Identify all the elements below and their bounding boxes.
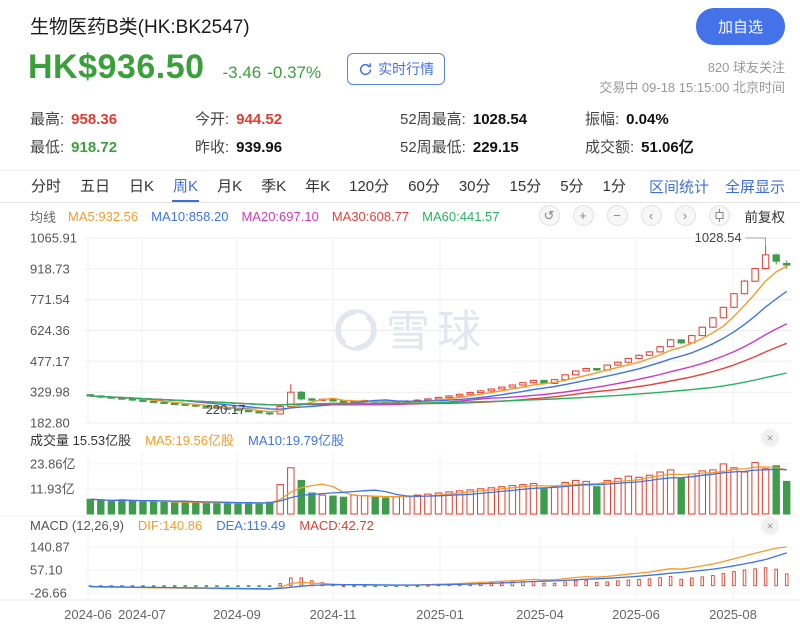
refresh-icon (358, 62, 373, 77)
chart-toolbar: ↺ + − ‹ › 前复权 (538, 205, 786, 226)
svg-text:182.80: 182.80 (30, 416, 70, 431)
stat-day-high-value: 958.36 (71, 110, 118, 128)
tab-period-6[interactable]: 年K (304, 171, 331, 202)
svg-text:11.93亿: 11.93亿 (30, 481, 75, 496)
zoom-out-button[interactable]: − (606, 205, 628, 226)
tab-period-8[interactable]: 60分 (407, 171, 441, 202)
x-axis-label-4: 2025-01 (416, 607, 464, 622)
current-price: HK$936.50 (28, 48, 205, 86)
stat-day-low: 最低: 918.72 (30, 138, 118, 156)
high-marker-label: 1028.54 (695, 230, 742, 245)
market-meta: 820 球友关注 交易中 09-18 15:15:00 北京时间 (599, 58, 785, 98)
realtime-label: 实时行情 (378, 61, 435, 77)
pan-right-button[interactable]: › (674, 205, 696, 226)
ma-legend-item-1: MA10:858.20 (151, 209, 229, 224)
svg-text:624.36: 624.36 (30, 323, 70, 338)
ma-legend-item-2: MA20:697.10 (241, 209, 319, 224)
tab-period-12[interactable]: 1分 (602, 171, 627, 202)
volume-title: 成交量 15.53亿股 (30, 433, 132, 448)
ma-legend-item-3: MA30:608.77 (331, 209, 410, 224)
stat-open: 今开: 944.52 (195, 110, 283, 128)
zoom-in-button[interactable]: + (572, 205, 594, 226)
svg-text:57.10: 57.10 (30, 563, 63, 578)
volume-ma-legend-1: MA10:19.79亿股 (248, 433, 345, 448)
stat-open-value: 944.52 (236, 110, 283, 128)
svg-text:918.73: 918.73 (30, 261, 70, 276)
price-row: HK$936.50 -3.46 -0.37% 实时行情 (28, 48, 446, 87)
pan-left-button[interactable]: ‹ (640, 205, 662, 226)
svg-text:23.86亿: 23.86亿 (30, 456, 76, 471)
followers-count: 820 球友关注 (707, 60, 785, 75)
macd-title: MACD (12,26,9) (30, 518, 124, 533)
stat-day-low-value: 918.72 (71, 138, 118, 156)
tab-period-1[interactable]: 五日 (79, 171, 111, 202)
stat-52w-low-value: 229.15 (472, 138, 519, 156)
svg-text:雪球: 雪球 (386, 307, 488, 356)
range-stats-link[interactable]: 区间统计 (649, 171, 709, 202)
xueqiu-watermark: 雪球 (335, 307, 488, 356)
stat-turnover-value: 51.06亿 (641, 138, 694, 156)
macd-legend-2: MACD:42.72 (299, 518, 374, 533)
stat-52w-low: 52周最低: 229.15 (400, 138, 519, 156)
volume-ma-legend-0: MA5:19.56亿股 (145, 433, 235, 448)
stat-52w-high-value: 1028.54 (472, 110, 528, 128)
change-value: -3.46 (222, 63, 262, 82)
stock-detail-page: 生物医药B类(HK:BK2547) 加自选 HK$936.50 -3.46 -0.… (0, 0, 800, 632)
x-axis-label-6: 2025-06 (612, 607, 660, 622)
tab-right-links: 区间统计 全屏显示 (649, 171, 785, 202)
tab-period-5[interactable]: 季K (260, 171, 287, 202)
tab-period-7[interactable]: 120分 (348, 171, 390, 202)
candle-style-button[interactable] (708, 205, 730, 226)
session-status: 交易中 09-18 15:15:00 北京时间 (599, 80, 785, 95)
svg-text:1065.91: 1065.91 (30, 231, 77, 246)
fullscreen-link[interactable]: 全屏显示 (725, 171, 785, 202)
volume-pane-close-button[interactable]: × (761, 429, 779, 447)
page-title: 生物医药B类(HK:BK2547) (30, 17, 250, 38)
macd-legend-0: DIF:140.86 (137, 518, 203, 533)
svg-text:477.17: 477.17 (30, 354, 70, 369)
x-axis-label-2: 2024-09 (213, 607, 261, 622)
tab-period-4[interactable]: 月K (216, 171, 243, 202)
price-change: -3.46 -0.37% (217, 63, 322, 87)
ma-legend-row: 均线 MA5:932.56 MA10:858.20 MA20:697.10 MA30:… (30, 207, 513, 226)
svg-text:329.98: 329.98 (30, 385, 70, 400)
low-marker-label: 220.17 (206, 402, 246, 417)
change-percent: -0.37% (267, 63, 322, 82)
svg-text:140.87: 140.87 (30, 540, 70, 555)
tab-period-0[interactable]: 分时 (30, 171, 62, 202)
x-axis-label-3: 2024-11 (310, 607, 357, 622)
x-axis-label-1: 2024-07 (118, 607, 166, 622)
volume-pane-header: 成交量 15.53亿股 MA5:19.56亿股 MA10:19.79亿股 (30, 430, 344, 449)
stat-amplitude-value: 0.04% (626, 110, 669, 128)
adjust-mode-button[interactable]: 前复权 (745, 206, 786, 226)
x-axis-label-7: 2025-08 (709, 607, 757, 622)
period-tabbar: 分时 五日 日K 周K 月K 季K 年K 120分 60分 30分 15分 5分 1分 区间统计 全屏显示 (0, 170, 800, 203)
ma-legend-item-4: MA60:441.57 (422, 209, 500, 224)
tab-period-10[interactable]: 15分 (509, 171, 543, 202)
macd-legend-1: DEA:119.49 (216, 518, 286, 533)
candle-style-icon (715, 209, 723, 222)
realtime-quote-button[interactable]: 实时行情 (347, 53, 446, 85)
tab-period-2[interactable]: 日K (128, 171, 155, 202)
stat-amplitude: 振幅: 0.04% (585, 110, 669, 128)
undo-button[interactable]: ↺ (538, 205, 560, 226)
stat-prev-close: 昨收: 939.96 (195, 138, 283, 156)
macd-pane-close-button[interactable]: × (761, 517, 779, 535)
tab-period-3[interactable]: 周K (172, 171, 200, 202)
x-axis-label-0: 2024-06 (64, 607, 112, 622)
stat-day-high: 最高: 958.36 (30, 110, 118, 128)
add-watchlist-button[interactable]: 加自选 (695, 8, 785, 45)
macd-pane-header: MACD (12,26,9) DIF:140.86 DEA:119.49 MACD:… (30, 518, 374, 533)
stats-grid: 最高: 958.36 今开: 944.52 52周最高: 1028.54 振幅: 0.04% 最… (0, 104, 800, 160)
svg-text:-26.66: -26.66 (30, 586, 67, 601)
stat-52w-high: 52周最高: 1028.54 (400, 110, 528, 128)
ma-legend-item-0: MA5:932.56 (68, 209, 139, 224)
ma-legend-title: 均线 (30, 210, 57, 225)
tab-period-11[interactable]: 5分 (559, 171, 584, 202)
stat-turnover: 成交额: 51.06亿 (585, 138, 694, 156)
stat-prev-close-value: 939.96 (236, 138, 283, 156)
tab-period-9[interactable]: 30分 (458, 171, 492, 202)
svg-text:771.54: 771.54 (30, 292, 70, 307)
x-axis-label-5: 2025-04 (516, 607, 564, 622)
